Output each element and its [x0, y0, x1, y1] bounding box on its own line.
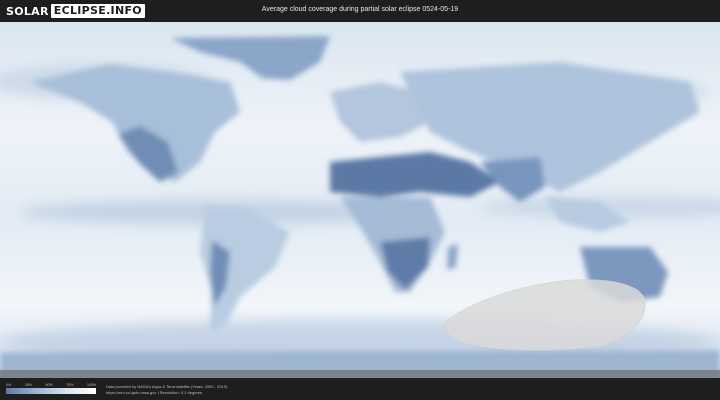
- scale-tick-50: 50%: [45, 383, 53, 387]
- scale-gradient-bar: [6, 388, 96, 394]
- page-title: Average cloud coverage during partial so…: [261, 6, 459, 13]
- scale-tick-75: 75%: [66, 383, 74, 387]
- header-bar: SOLAR ECLIPSE.INFO Average cloud coverag…: [0, 0, 720, 22]
- scale-tick-0: 0%: [6, 383, 12, 387]
- map-bottom-strip: [0, 370, 720, 378]
- scale-tick-100: 100%: [87, 383, 96, 387]
- data-credits: Data provided by NASA's Aqua & Terra sat…: [106, 384, 227, 396]
- cloud-coverage-map: [0, 22, 720, 378]
- cloud-coverage-scale: 0% 25% 50% 75% 100%: [6, 383, 96, 394]
- footer-bar: 0% 25% 50% 75% 100% Data provided by NAS…: [0, 378, 720, 400]
- credit-line-2[interactable]: https://neo.sci.gsfc.nasa.gov | Resoluti…: [106, 390, 227, 396]
- scale-tick-25: 25%: [24, 383, 32, 387]
